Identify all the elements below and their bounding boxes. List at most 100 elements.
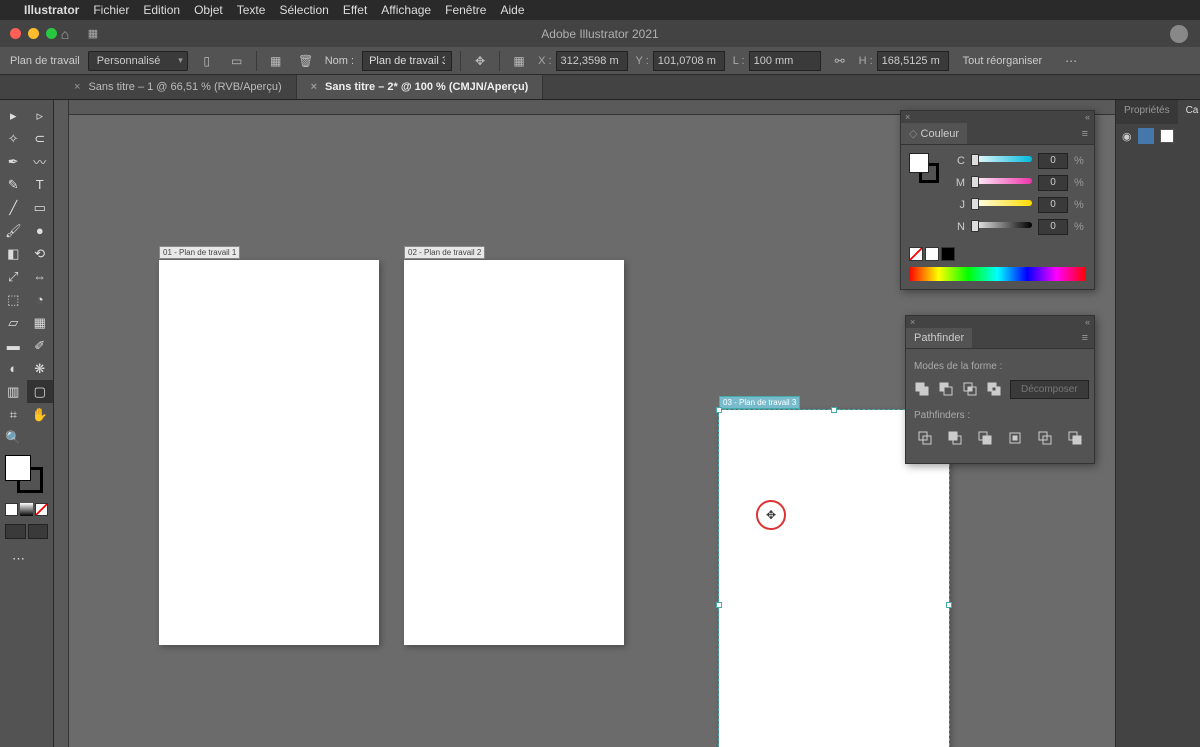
intersect-icon[interactable] (962, 378, 978, 400)
artboard-2[interactable]: 02 - Plan de travail 2 (404, 260, 624, 645)
n-slider[interactable] (971, 222, 1032, 232)
menu-affichage[interactable]: Affichage (381, 3, 431, 17)
shape-builder-tool-icon[interactable]: ◔ (27, 288, 54, 311)
eyedropper-tool-icon[interactable]: ✐ (27, 334, 54, 357)
grid-icon[interactable]: ▦ (83, 25, 103, 43)
screen-mode-full-icon[interactable] (28, 524, 49, 539)
layer-row[interactable]: ◉ (1116, 124, 1200, 148)
minus-front-icon[interactable] (938, 378, 954, 400)
doc-tab-1[interactable]: × Sans titre – 1 @ 66,51 % (RVB/Aperçu) (60, 75, 297, 99)
y-value[interactable]: 101,0708 m (653, 51, 725, 71)
artboard-tool-icon[interactable]: ▢ (27, 380, 54, 403)
user-avatar-icon[interactable] (1170, 25, 1188, 43)
link-dimensions-icon[interactable]: ⚯ (829, 51, 851, 71)
w-value[interactable]: 100 mm (749, 51, 821, 71)
column-graph-tool-icon[interactable]: ▥ (0, 380, 27, 403)
scale-tool-icon[interactable]: ⤢ (0, 265, 27, 288)
new-artboard-icon[interactable]: ▦ (265, 51, 287, 71)
n-value[interactable]: 0 (1038, 219, 1068, 235)
close-panel-icon[interactable]: × (910, 317, 915, 327)
minus-back-icon[interactable] (1064, 427, 1086, 449)
properties-tab[interactable]: Propriétés (1116, 100, 1178, 124)
m-value[interactable]: 0 (1038, 175, 1068, 191)
c-slider[interactable] (971, 156, 1032, 166)
doc-tab-2[interactable]: × Sans titre – 2* @ 100 % (CMJN/Aperçu) (297, 75, 544, 99)
fill-stroke-swatch[interactable] (5, 455, 43, 493)
color-panel[interactable]: ×« ◇ Couleur ≡ C 0 % M 0 % (900, 110, 1095, 290)
menu-edition[interactable]: Edition (143, 3, 180, 17)
direct-selection-tool-icon[interactable]: ▹ (27, 104, 54, 127)
trim-icon[interactable] (944, 427, 966, 449)
pencil-tool-icon[interactable]: ✎ (0, 173, 27, 196)
menu-fichier[interactable]: Fichier (93, 3, 129, 17)
resize-handle[interactable] (946, 602, 952, 608)
outline-icon[interactable] (1034, 427, 1056, 449)
h-value[interactable]: 168,5125 m (877, 51, 949, 71)
delete-artboard-icon[interactable]: 🗑 (295, 51, 317, 71)
rectangle-tool-icon[interactable]: ▭ (27, 196, 54, 219)
menu-effet[interactable]: Effet (343, 3, 367, 17)
white-swatch-icon[interactable] (925, 247, 939, 261)
merge-icon[interactable] (974, 427, 996, 449)
j-value[interactable]: 0 (1038, 197, 1068, 213)
crop-icon[interactable] (1004, 427, 1026, 449)
divide-icon[interactable] (914, 427, 936, 449)
fill-swatch[interactable] (5, 455, 31, 481)
zoom-tool-icon[interactable]: 🔍 (0, 426, 27, 449)
unite-icon[interactable] (914, 378, 930, 400)
close-tab-icon[interactable]: × (311, 81, 317, 93)
artboard-1[interactable]: 01 - Plan de travail 1 (159, 260, 379, 645)
pen-tool-icon[interactable]: ✒ (0, 150, 27, 173)
collapse-panel-icon[interactable]: « (1085, 317, 1090, 327)
ruler-vertical[interactable] (54, 100, 69, 747)
reorganize-button[interactable]: Tout réorganiser (963, 55, 1043, 67)
selection-tool-icon[interactable]: ▸ (0, 104, 27, 127)
menu-aide[interactable]: Aide (500, 3, 524, 17)
preset-dropdown[interactable]: Personnalisé (88, 51, 188, 71)
panel-menu-icon[interactable]: ≡ (1076, 124, 1094, 144)
move-art-icon[interactable]: ✥ (469, 51, 491, 71)
magic-wand-tool-icon[interactable]: ✧ (0, 127, 27, 150)
exclude-icon[interactable] (986, 378, 1002, 400)
home-icon[interactable]: ⌂ (55, 25, 75, 43)
black-swatch-icon[interactable] (941, 247, 955, 261)
screen-mode-normal-icon[interactable] (5, 524, 26, 539)
menu-objet[interactable]: Objet (194, 3, 223, 17)
resize-handle[interactable] (716, 407, 722, 413)
close-panel-icon[interactable]: × (905, 112, 910, 122)
slice-tool-icon[interactable]: ⌗ (0, 403, 27, 426)
m-slider[interactable] (971, 178, 1032, 188)
fill-stroke-mini[interactable] (909, 153, 939, 183)
layers-tab[interactable]: Ca (1178, 100, 1200, 124)
rotate-tool-icon[interactable]: ⟲ (27, 242, 54, 265)
curvature-tool-icon[interactable]: 〰 (27, 150, 54, 173)
c-value[interactable]: 0 (1038, 153, 1068, 169)
resize-handle[interactable] (716, 602, 722, 608)
menu-fenetre[interactable]: Fenêtre (445, 3, 486, 17)
j-slider[interactable] (971, 200, 1032, 210)
hand-tool-icon[interactable]: ✋ (27, 403, 54, 426)
pathfinder-panel[interactable]: ×« Pathfinder ≡ Modes de la forme : Déco… (905, 315, 1095, 464)
minimize-window-icon[interactable] (28, 28, 39, 39)
orientation-landscape-icon[interactable]: ▭ (226, 51, 248, 71)
resize-handle[interactable] (831, 407, 837, 413)
color-mode-icon[interactable] (5, 503, 18, 516)
none-mode-icon[interactable] (35, 503, 48, 516)
panel-menu-icon[interactable]: ≡ (1076, 328, 1094, 348)
artboard-name-input[interactable] (362, 51, 452, 71)
edit-toolbar-icon[interactable]: ⋯ (5, 547, 32, 570)
visibility-icon[interactable]: ◉ (1122, 130, 1132, 143)
gradient-tool-icon[interactable]: ▬ (0, 334, 27, 357)
blob-brush-tool-icon[interactable]: ● (27, 219, 54, 242)
lasso-tool-icon[interactable]: ⊂ (27, 127, 54, 150)
close-window-icon[interactable] (10, 28, 21, 39)
pathfinder-tab[interactable]: Pathfinder (906, 328, 972, 348)
menu-selection[interactable]: Sélection (279, 3, 328, 17)
orientation-portrait-icon[interactable]: ▯ (196, 51, 218, 71)
reference-point-icon[interactable]: ▦ (508, 51, 530, 71)
line-tool-icon[interactable]: ╱ (0, 196, 27, 219)
collapse-panel-icon[interactable]: « (1085, 112, 1090, 122)
eraser-tool-icon[interactable]: ◧ (0, 242, 27, 265)
app-menu[interactable]: Illustrator (24, 3, 79, 17)
artboard-options-icon[interactable]: ⋯ (1060, 51, 1082, 71)
